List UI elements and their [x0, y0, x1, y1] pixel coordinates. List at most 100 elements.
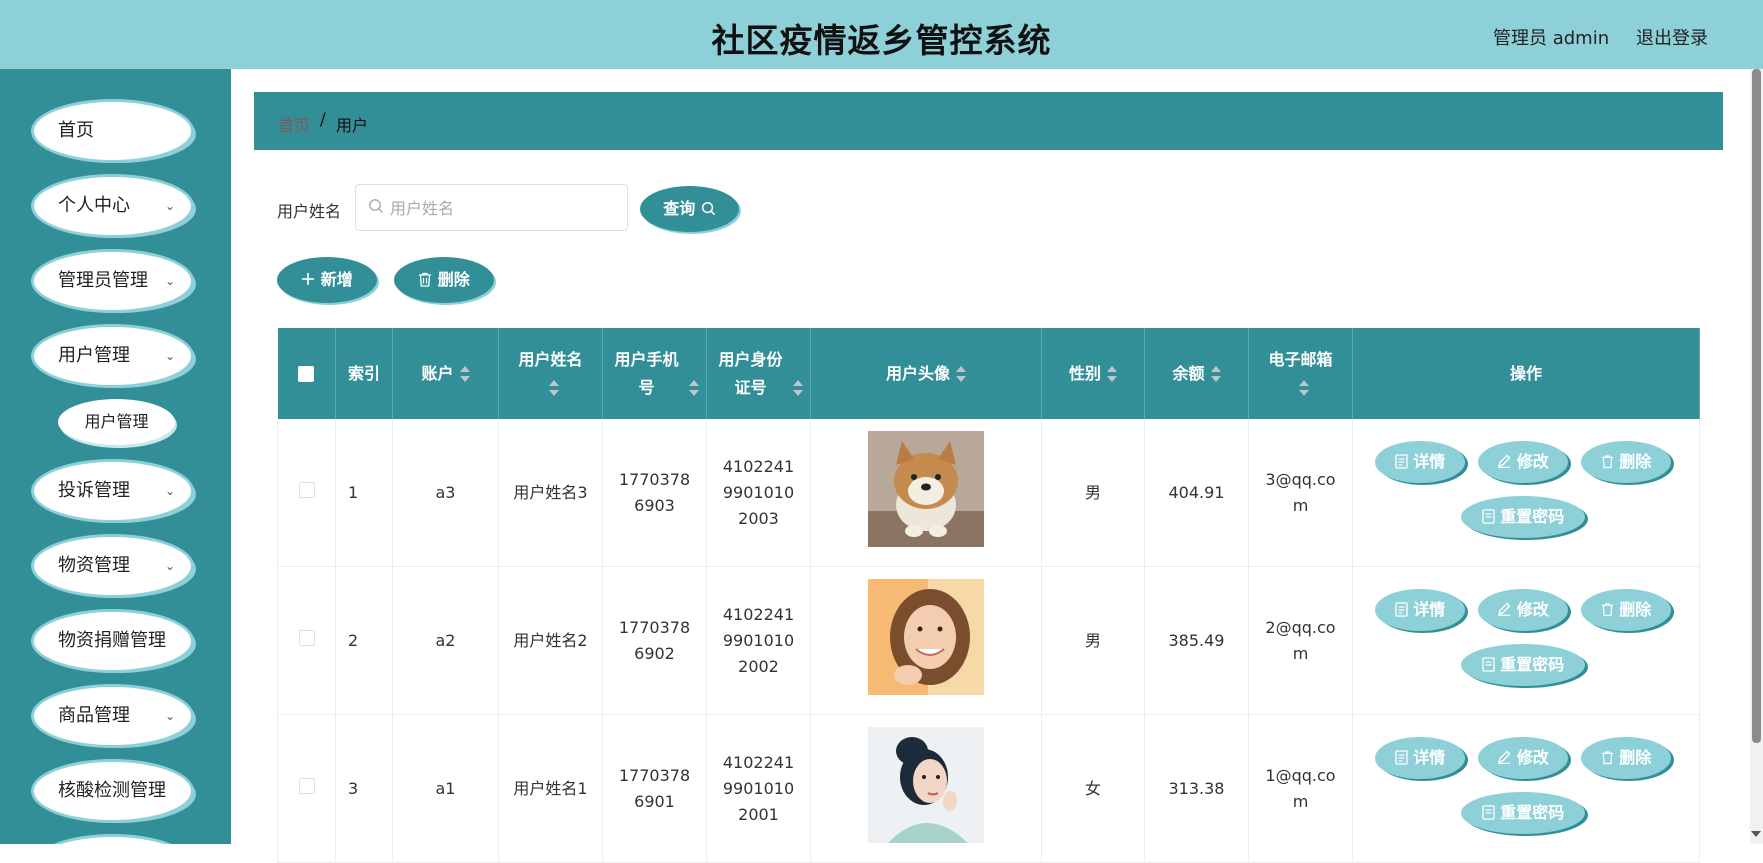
cell-phone: 17703786901	[602, 714, 707, 863]
trash-icon	[1601, 452, 1614, 471]
sidebar-item-nucleic-test-management[interactable]: 核酸检测管理	[34, 762, 191, 820]
avatar[interactable]	[868, 430, 984, 547]
sort-icon[interactable]	[459, 366, 470, 382]
query-button-label: 查询	[663, 199, 696, 218]
delete-button[interactable]: 删除	[1581, 441, 1671, 483]
document-icon	[1395, 600, 1408, 619]
table-header-row: 索引 账户 用户姓名 用户手机号 用户身份证号 用户头像 性别 余额 电子邮箱 …	[277, 328, 1700, 419]
select-all-checkbox[interactable]	[298, 366, 315, 382]
detail-button[interactable]: 详情	[1375, 589, 1465, 631]
column-header-email[interactable]: 电子邮箱	[1248, 328, 1353, 419]
sort-icon[interactable]	[1107, 366, 1117, 382]
reset-password-button[interactable]: 重置密码	[1461, 644, 1585, 686]
cell-gender: 男	[1041, 419, 1145, 567]
avatar[interactable]	[868, 726, 984, 843]
document-icon	[1482, 507, 1495, 526]
cell-phone: 17703786902	[602, 566, 707, 715]
search-input[interactable]	[390, 195, 615, 221]
cell-avatar	[810, 419, 1042, 567]
scroll-down-arrow-icon[interactable]	[1751, 831, 1761, 837]
sidebar-item-personal-center[interactable]: 个人中心 ⌄	[34, 177, 191, 235]
cell-id-card: 410224199010102001	[706, 714, 811, 863]
column-header-name[interactable]: 用户姓名	[498, 328, 603, 419]
chevron-down-icon: ⌄	[164, 709, 175, 723]
document-icon	[1395, 748, 1408, 767]
scrollbar-thumb[interactable]	[1752, 69, 1761, 743]
table-row: 3 a1 用户姓名1 17703786901 41022419901010200…	[277, 714, 1700, 863]
chevron-down-icon: ⌄	[164, 349, 175, 363]
column-header-id-card[interactable]: 用户身份证号	[706, 328, 811, 419]
top-header: 社区疫情返乡管控系统 管理员 admin 退出登录	[0, 0, 1763, 69]
reset-password-button[interactable]: 重置密码	[1461, 496, 1585, 538]
query-button[interactable]: 查询	[640, 186, 739, 232]
row-checkbox[interactable]	[298, 481, 315, 498]
column-header-account[interactable]: 账户	[392, 328, 499, 419]
delete-button[interactable]: 删除	[1581, 589, 1671, 631]
document-icon	[1482, 655, 1495, 674]
reset-password-button[interactable]: 重置密码	[1461, 792, 1585, 834]
table-row: 1 a3 用户姓名3 17703786903 41022419901010200…	[277, 419, 1700, 567]
submenu-item-user-management[interactable]: 用户管理	[58, 399, 175, 445]
cell-name: 用户姓名1	[498, 714, 603, 863]
sidebar-item-home[interactable]: 首页	[34, 102, 191, 160]
document-icon	[1395, 452, 1408, 471]
sidebar-item-label: 个人中心	[58, 195, 130, 216]
sort-icon[interactable]	[548, 380, 559, 396]
avatar[interactable]	[868, 578, 984, 695]
sidebar-item-complaint-management[interactable]: 投诉管理 ⌄	[34, 462, 191, 520]
edit-button[interactable]: 修改	[1478, 441, 1568, 483]
sort-icon[interactable]	[956, 366, 966, 382]
cell-id-card: 410224199010102002	[706, 566, 811, 715]
sidebar-item-label: 商品管理	[58, 705, 130, 726]
sidebar-item-label: 管理员管理	[58, 270, 148, 291]
delete-button[interactable]: 删除	[1581, 737, 1671, 779]
trash-icon	[1601, 748, 1614, 767]
add-button-label: 新增	[320, 270, 353, 289]
plus-icon	[301, 270, 321, 289]
sort-icon[interactable]	[688, 380, 699, 396]
breadcrumb-separator: /	[320, 110, 326, 130]
cell-index: 3	[335, 714, 393, 863]
column-header-balance[interactable]: 余额	[1144, 328, 1249, 419]
sidebar-item-supplies-management[interactable]: 物资管理 ⌄	[34, 537, 191, 595]
batch-delete-button[interactable]: 删除	[394, 257, 494, 303]
add-button[interactable]: 新增	[277, 257, 377, 303]
row-select-cell[interactable]	[277, 566, 336, 715]
submenu-item-label: 用户管理	[84, 412, 149, 431]
row-checkbox[interactable]	[298, 777, 315, 794]
cell-actions: 详情 修改 删除 重置密码	[1352, 714, 1700, 863]
sidebar-item-donation-management[interactable]: 物资捐赠管理	[34, 612, 191, 670]
breadcrumb-home[interactable]: 首页	[278, 112, 310, 136]
row-select-cell[interactable]	[277, 419, 336, 567]
select-all-header[interactable]	[277, 328, 336, 419]
sidebar-item-label: 用户管理	[58, 345, 130, 366]
sidebar-item-admin-management[interactable]: 管理员管理 ⌄	[34, 252, 191, 310]
cell-actions: 详情 修改 删除 重置密码	[1352, 566, 1700, 715]
sort-icon[interactable]	[1210, 366, 1221, 382]
row-select-cell[interactable]	[277, 714, 336, 863]
trash-icon	[418, 270, 438, 289]
column-header-phone[interactable]: 用户手机号	[602, 328, 707, 419]
cell-id-card: 410224199010102003	[706, 419, 811, 567]
sidebar-item-user-management[interactable]: 用户管理 ⌄	[34, 327, 191, 385]
row-checkbox[interactable]	[298, 629, 315, 646]
cell-balance: 313.38	[1144, 714, 1249, 863]
detail-button[interactable]: 详情	[1375, 737, 1465, 779]
detail-button[interactable]: 详情	[1375, 441, 1465, 483]
sort-icon[interactable]	[1298, 380, 1309, 396]
cell-email: 2@qq.com	[1248, 566, 1353, 715]
cell-gender: 女	[1041, 714, 1145, 863]
cell-name: 用户姓名3	[498, 419, 603, 567]
cell-avatar	[810, 566, 1042, 715]
sidebar-item-label: 物资管理	[58, 555, 130, 576]
sidebar-item-more[interactable]	[34, 837, 191, 844]
column-header-avatar[interactable]: 用户头像	[810, 328, 1042, 419]
logout-link[interactable]: 退出登录	[1636, 24, 1708, 50]
breadcrumb: 首页 / 用户	[254, 92, 1723, 150]
sort-icon[interactable]	[792, 380, 803, 396]
edit-button[interactable]: 修改	[1478, 589, 1568, 631]
sidebar-item-goods-management[interactable]: 商品管理 ⌄	[34, 687, 191, 745]
edit-button[interactable]: 修改	[1478, 737, 1568, 779]
cell-index: 1	[335, 419, 393, 567]
column-header-gender[interactable]: 性别	[1041, 328, 1145, 419]
